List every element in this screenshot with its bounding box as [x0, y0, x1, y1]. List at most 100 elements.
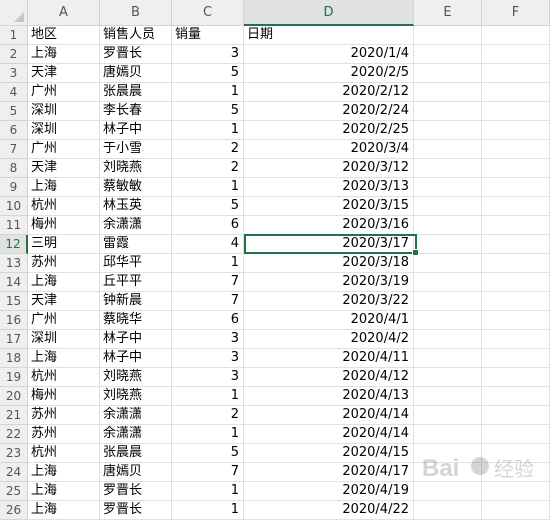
cell-e9[interactable]	[414, 178, 482, 197]
cell-d7[interactable]: 2020/3/4	[244, 140, 414, 159]
row-header-2[interactable]: 2	[0, 45, 28, 64]
cell-e5[interactable]	[414, 102, 482, 121]
cell-a16[interactable]: 广州	[28, 311, 100, 330]
cell-f19[interactable]	[482, 368, 550, 387]
cell-b5[interactable]: 李长春	[100, 102, 172, 121]
cell-a22[interactable]: 苏州	[28, 425, 100, 444]
cell-a7[interactable]: 广州	[28, 140, 100, 159]
cell-c23[interactable]: 5	[172, 444, 244, 463]
cell-d22[interactable]: 2020/4/14	[244, 425, 414, 444]
cell-a11[interactable]: 梅州	[28, 216, 100, 235]
row-header-7[interactable]: 7	[0, 140, 28, 159]
cell-a14[interactable]: 上海	[28, 273, 100, 292]
cell-d20[interactable]: 2020/4/13	[244, 387, 414, 406]
cell-e20[interactable]	[414, 387, 482, 406]
cell-b18[interactable]: 林子中	[100, 349, 172, 368]
cell-c4[interactable]: 1	[172, 83, 244, 102]
cell-c15[interactable]: 7	[172, 292, 244, 311]
cell-a21[interactable]: 苏州	[28, 406, 100, 425]
row-header-15[interactable]: 15	[0, 292, 28, 311]
cell-e3[interactable]	[414, 64, 482, 83]
cell-d11[interactable]: 2020/3/16	[244, 216, 414, 235]
row-header-13[interactable]: 13	[0, 254, 28, 273]
cell-b26[interactable]: 罗晋长	[100, 501, 172, 520]
cell-f8[interactable]	[482, 159, 550, 178]
row-header-10[interactable]: 10	[0, 197, 28, 216]
cell-f2[interactable]	[482, 45, 550, 64]
cell-e14[interactable]	[414, 273, 482, 292]
row-header-9[interactable]: 9	[0, 178, 28, 197]
row-header-8[interactable]: 8	[0, 159, 28, 178]
cell-b8[interactable]: 刘晓燕	[100, 159, 172, 178]
cell-b11[interactable]: 余潇潇	[100, 216, 172, 235]
cell-c9[interactable]: 1	[172, 178, 244, 197]
cell-e16[interactable]	[414, 311, 482, 330]
cell-c8[interactable]: 2	[172, 159, 244, 178]
cell-f14[interactable]	[482, 273, 550, 292]
column-header-e[interactable]: E	[414, 0, 482, 26]
cell-f25[interactable]	[482, 482, 550, 501]
cell-f7[interactable]	[482, 140, 550, 159]
cell-c7[interactable]: 2	[172, 140, 244, 159]
cell-b17[interactable]: 林子中	[100, 330, 172, 349]
cell-d19[interactable]: 2020/4/12	[244, 368, 414, 387]
cell-a17[interactable]: 深圳	[28, 330, 100, 349]
cell-f16[interactable]	[482, 311, 550, 330]
column-header-b[interactable]: B	[100, 0, 172, 26]
row-header-25[interactable]: 25	[0, 482, 28, 501]
row-header-18[interactable]: 18	[0, 349, 28, 368]
cell-b24[interactable]: 唐嫣贝	[100, 463, 172, 482]
cell-e13[interactable]	[414, 254, 482, 273]
cell-b1[interactable]: 销售人员	[100, 26, 172, 45]
cell-e25[interactable]	[414, 482, 482, 501]
cell-f22[interactable]	[482, 425, 550, 444]
row-header-3[interactable]: 3	[0, 64, 28, 83]
cell-b15[interactable]: 钟新晨	[100, 292, 172, 311]
cell-e26[interactable]	[414, 501, 482, 520]
cell-d9[interactable]: 2020/3/13	[244, 178, 414, 197]
cell-c11[interactable]: 6	[172, 216, 244, 235]
cell-d15[interactable]: 2020/3/22	[244, 292, 414, 311]
cell-f12[interactable]	[482, 235, 550, 254]
select-all-corner[interactable]	[0, 0, 28, 26]
cell-f15[interactable]	[482, 292, 550, 311]
cell-b19[interactable]: 刘晓燕	[100, 368, 172, 387]
cell-c17[interactable]: 3	[172, 330, 244, 349]
cell-f11[interactable]	[482, 216, 550, 235]
cell-c16[interactable]: 6	[172, 311, 244, 330]
cell-e2[interactable]	[414, 45, 482, 64]
cell-a3[interactable]: 天津	[28, 64, 100, 83]
cell-b22[interactable]: 余潇潇	[100, 425, 172, 444]
cell-d14[interactable]: 2020/3/19	[244, 273, 414, 292]
cell-c26[interactable]: 1	[172, 501, 244, 520]
cell-a8[interactable]: 天津	[28, 159, 100, 178]
column-header-d[interactable]: D	[244, 0, 414, 26]
row-header-21[interactable]: 21	[0, 406, 28, 425]
cell-b3[interactable]: 唐嫣贝	[100, 64, 172, 83]
row-header-6[interactable]: 6	[0, 121, 28, 140]
cell-c20[interactable]: 1	[172, 387, 244, 406]
cell-b21[interactable]: 余潇潇	[100, 406, 172, 425]
cell-a10[interactable]: 杭州	[28, 197, 100, 216]
cell-d23[interactable]: 2020/4/15	[244, 444, 414, 463]
cell-a9[interactable]: 上海	[28, 178, 100, 197]
cell-e10[interactable]	[414, 197, 482, 216]
cell-a23[interactable]: 杭州	[28, 444, 100, 463]
cell-f1[interactable]	[482, 26, 550, 45]
cell-e11[interactable]	[414, 216, 482, 235]
cell-b9[interactable]: 蔡敏敏	[100, 178, 172, 197]
cell-e21[interactable]	[414, 406, 482, 425]
cell-a26[interactable]: 上海	[28, 501, 100, 520]
cell-d13[interactable]: 2020/3/18	[244, 254, 414, 273]
cell-b12[interactable]: 雷霞	[100, 235, 172, 254]
row-header-5[interactable]: 5	[0, 102, 28, 121]
row-header-4[interactable]: 4	[0, 83, 28, 102]
cell-c2[interactable]: 3	[172, 45, 244, 64]
row-header-11[interactable]: 11	[0, 216, 28, 235]
cell-f13[interactable]	[482, 254, 550, 273]
cell-b16[interactable]: 蔡晓华	[100, 311, 172, 330]
row-header-14[interactable]: 14	[0, 273, 28, 292]
row-header-12[interactable]: 12	[0, 235, 28, 254]
cell-a5[interactable]: 深圳	[28, 102, 100, 121]
cell-a24[interactable]: 上海	[28, 463, 100, 482]
